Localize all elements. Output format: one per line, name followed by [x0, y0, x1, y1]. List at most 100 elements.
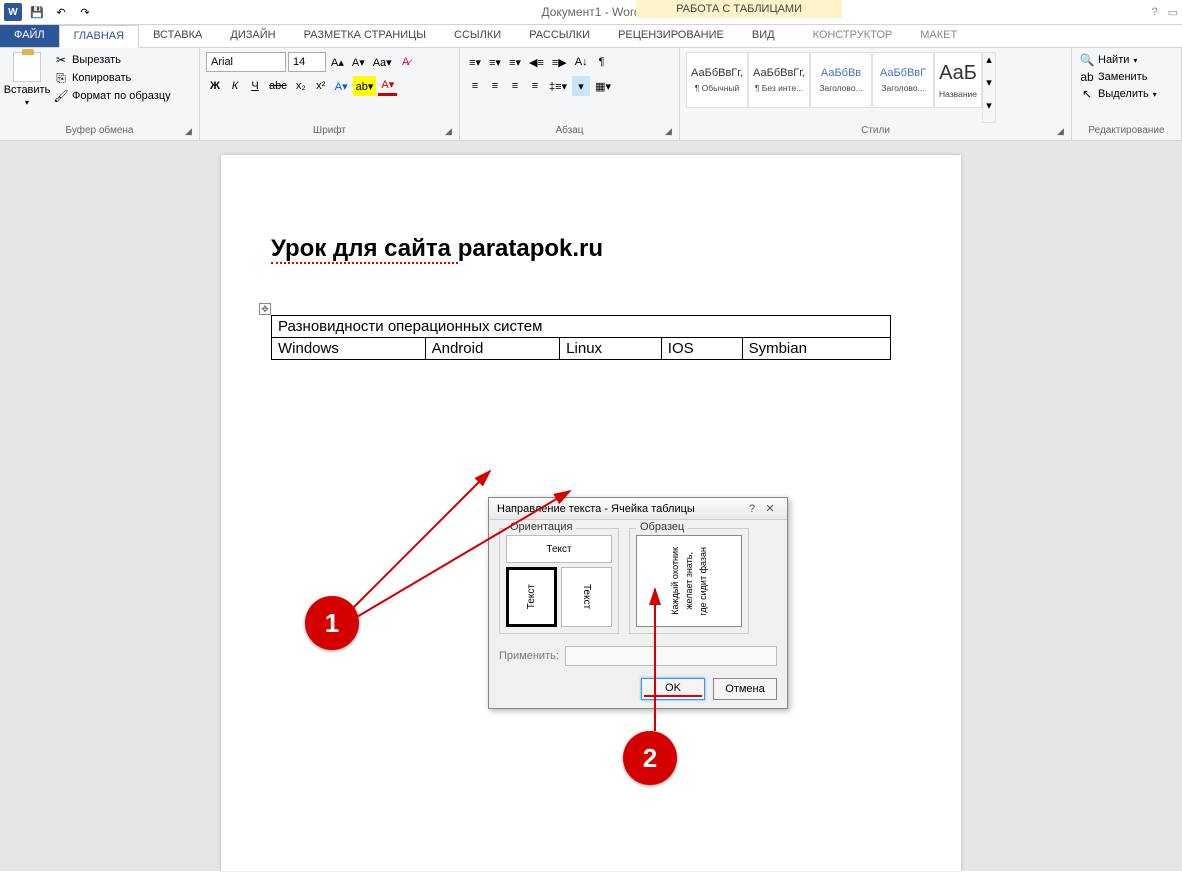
shrink-font-button[interactable]: A▾: [349, 52, 368, 72]
table-header-cell[interactable]: Разновидности операционных систем: [272, 316, 891, 338]
justify-button[interactable]: ≡: [526, 76, 544, 96]
tab-page-layout[interactable]: РАЗМЕТКА СТРАНИЦЫ: [290, 25, 440, 47]
orientation-vertical-down[interactable]: Текст: [561, 567, 612, 627]
annotation-badge-2: 2: [623, 731, 677, 785]
group-label: Шрифт: [206, 123, 453, 136]
ribbon-options-icon[interactable]: ▭: [1168, 6, 1178, 19]
dialog-close-icon[interactable]: ✕: [761, 502, 779, 515]
replace-icon: ab: [1080, 70, 1094, 84]
align-left-button[interactable]: ≡: [466, 76, 484, 96]
orientation-group: Ориентация Текст Текст Текст: [499, 528, 619, 634]
bold-button[interactable]: Ж: [206, 76, 224, 96]
document-table[interactable]: Разновидности операционных систем Window…: [271, 315, 891, 360]
orientation-horizontal[interactable]: Текст: [506, 535, 612, 563]
ribbon: Вставить ▾ ✂Вырезать ⎘Копировать 🖌Формат…: [0, 48, 1182, 141]
window-title: Документ1 - Word: [541, 5, 640, 19]
font-size-select[interactable]: [288, 52, 326, 72]
find-button[interactable]: 🔍Найти▾: [1078, 52, 1159, 68]
styles-more-button[interactable]: ▴▾▾: [982, 52, 996, 123]
dialog-help-icon[interactable]: ?: [743, 503, 761, 515]
find-icon: 🔍: [1080, 53, 1094, 67]
group-label: Редактирование: [1078, 123, 1175, 136]
borders-button[interactable]: ▦▾: [592, 76, 614, 96]
style-no-spacing[interactable]: АаБбВвГг,¶ Без инте...: [748, 52, 810, 108]
word-app-icon[interactable]: W: [2, 1, 24, 23]
strike-button[interactable]: abc: [266, 76, 290, 96]
quick-access-toolbar: W 💾 ↶ ↷: [0, 1, 96, 23]
subscript-button[interactable]: x₂: [292, 76, 310, 96]
apply-to-combo[interactable]: [565, 646, 777, 666]
format-painter-button[interactable]: 🖌Формат по образцу: [52, 88, 173, 104]
styles-gallery[interactable]: АаБбВвГг,¶ Обычный АаБбВвГг,¶ Без инте..…: [686, 52, 996, 123]
redo-icon[interactable]: ↷: [74, 1, 96, 23]
table-cell[interactable]: Symbian: [742, 338, 890, 360]
clipboard-launcher-icon[interactable]: ◢: [185, 126, 197, 138]
orientation-vertical-up[interactable]: Текст: [506, 567, 557, 627]
highlight-button[interactable]: ab▾: [353, 76, 377, 96]
underline-button[interactable]: Ч: [246, 76, 264, 96]
multilevel-button[interactable]: ≡▾: [506, 52, 524, 72]
clear-format-button[interactable]: A̷: [397, 52, 415, 72]
select-button[interactable]: ↖Выделить▾: [1078, 86, 1159, 102]
tab-insert[interactable]: ВСТАВКА: [139, 25, 216, 47]
cut-button[interactable]: ✂Вырезать: [52, 52, 173, 68]
tab-review[interactable]: РЕЦЕНЗИРОВАНИЕ: [604, 25, 738, 47]
paste-button[interactable]: Вставить ▾: [6, 52, 48, 123]
text-effects-button[interactable]: A▾: [332, 76, 351, 96]
cancel-button[interactable]: Отмена: [713, 678, 777, 700]
title-bar: W 💾 ↶ ↷ Документ1 - Word РАБОТА С ТАБЛИЦ…: [0, 0, 1182, 25]
orientation-label: Ориентация: [506, 521, 576, 533]
style-normal[interactable]: АаБбВвГг,¶ Обычный: [686, 52, 748, 108]
table-cell[interactable]: Linux: [560, 338, 662, 360]
ok-button[interactable]: OK: [641, 678, 705, 700]
copy-button[interactable]: ⎘Копировать: [52, 70, 173, 86]
align-right-button[interactable]: ≡: [506, 76, 524, 96]
tab-home[interactable]: ГЛАВНАЯ: [59, 25, 139, 48]
contextual-tab-label: РАБОТА С ТАБЛИЦАМИ: [636, 0, 842, 18]
sample-label: Образец: [636, 521, 688, 533]
increase-indent-button[interactable]: ≡▶: [549, 52, 570, 72]
document-heading: Урок для сайта paratapok.ru: [271, 235, 911, 263]
table-cell[interactable]: Windows: [272, 338, 426, 360]
paste-icon: [13, 52, 41, 82]
style-title[interactable]: АаБНазвание: [934, 52, 982, 108]
table-move-handle-icon[interactable]: ✥: [259, 303, 271, 315]
tab-view[interactable]: ВИД: [738, 25, 789, 47]
change-case-button[interactable]: Aa▾: [370, 52, 395, 72]
bullets-button[interactable]: ≡▾: [466, 52, 484, 72]
tab-references[interactable]: ССЫЛКИ: [440, 25, 515, 47]
show-marks-button[interactable]: ¶: [593, 52, 611, 72]
copy-icon: ⎘: [54, 71, 68, 85]
line-spacing-button[interactable]: ‡≡▾: [546, 76, 570, 96]
shading-button[interactable]: ▾: [572, 76, 590, 96]
tab-table-layout[interactable]: МАКЕТ: [906, 25, 971, 47]
tab-file[interactable]: ФАЙЛ: [0, 25, 59, 47]
save-icon[interactable]: 💾: [26, 1, 48, 23]
style-heading1[interactable]: АаБбВвЗаголово...: [810, 52, 872, 108]
italic-button[interactable]: К: [226, 76, 244, 96]
grow-font-button[interactable]: A▴: [328, 52, 347, 72]
styles-launcher-icon[interactable]: ◢: [1057, 126, 1069, 138]
decrease-indent-button[interactable]: ◀≡: [526, 52, 547, 72]
font-launcher-icon[interactable]: ◢: [445, 126, 457, 138]
tab-design[interactable]: ДИЗАЙН: [216, 25, 289, 47]
table-cell[interactable]: Android: [425, 338, 560, 360]
table-cell[interactable]: IOS: [661, 338, 742, 360]
tab-mailings[interactable]: РАССЫЛКИ: [515, 25, 604, 47]
superscript-button[interactable]: x²: [312, 76, 330, 96]
help-icon[interactable]: ?: [1151, 6, 1157, 19]
font-color-button[interactable]: A▾: [378, 76, 397, 96]
numbering-button[interactable]: ≡▾: [486, 52, 504, 72]
font-name-select[interactable]: [206, 52, 286, 72]
dialog-title-bar[interactable]: Направление текста - Ячейка таблицы ? ✕: [489, 498, 787, 520]
replace-button[interactable]: abЗаменить: [1078, 69, 1159, 85]
group-clipboard: Вставить ▾ ✂Вырезать ⎘Копировать 🖌Формат…: [0, 48, 200, 140]
style-heading2[interactable]: АаБбВвГЗаголово...: [872, 52, 934, 108]
align-center-button[interactable]: ≡: [486, 76, 504, 96]
sort-button[interactable]: A↓: [572, 52, 591, 72]
undo-icon[interactable]: ↶: [50, 1, 72, 23]
group-label: Абзац: [466, 123, 673, 136]
paragraph-launcher-icon[interactable]: ◢: [665, 126, 677, 138]
tab-table-design[interactable]: КОНСТРУКТОР: [799, 25, 907, 47]
brush-icon: 🖌: [54, 89, 68, 103]
